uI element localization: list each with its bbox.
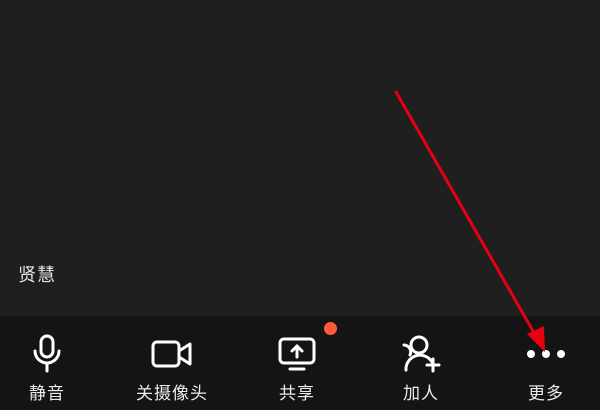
more-label: 更多 (528, 384, 564, 404)
more-button[interactable]: 更多 (486, 316, 600, 410)
video-area[interactable]: 贤慧 (0, 0, 600, 316)
add-person-icon (361, 332, 481, 376)
stop-camera-button[interactable]: 关摄像头 (112, 316, 232, 410)
microphone-icon (0, 332, 107, 376)
meeting-screen: 贤慧 静音 关摄像头 共享 加人 更多 (0, 0, 600, 410)
share-label: 共享 (279, 384, 315, 404)
video-camera-icon (112, 332, 232, 376)
add-person-label: 加人 (403, 384, 439, 404)
mute-button[interactable]: 静音 (0, 316, 107, 410)
more-dots-icon (486, 332, 600, 376)
share-button[interactable]: 共享 (237, 316, 357, 410)
add-person-button[interactable]: 加人 (361, 316, 481, 410)
bottom-toolbar: 静音 关摄像头 共享 加人 更多 (0, 316, 600, 410)
share-notification-dot (324, 322, 337, 335)
screen-share-icon (237, 332, 357, 376)
stop-camera-label: 关摄像头 (136, 384, 208, 404)
mute-label: 静音 (29, 384, 65, 404)
participant-name: 贤慧 (18, 265, 56, 286)
